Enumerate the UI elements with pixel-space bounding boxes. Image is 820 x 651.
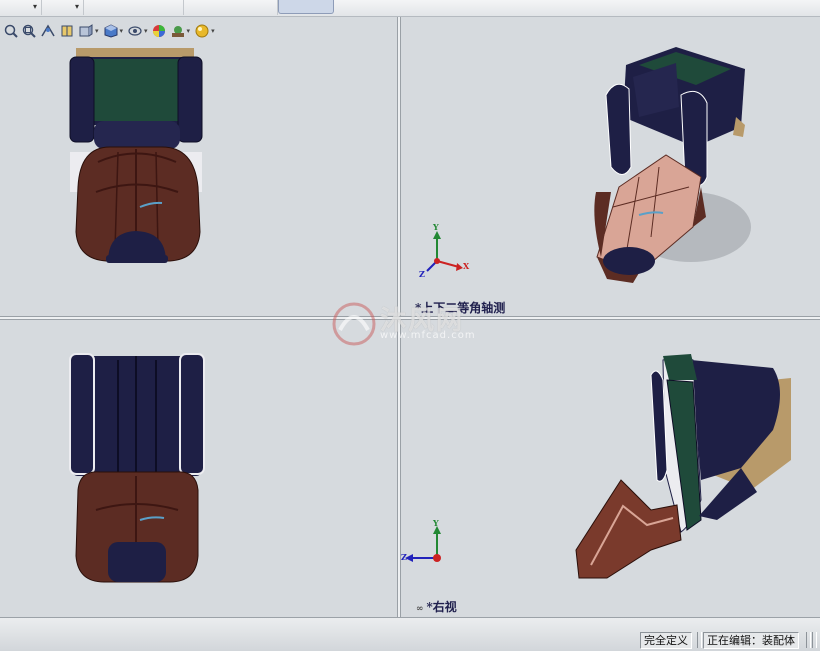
coordinate-triad xyxy=(405,526,441,562)
viewport-front[interactable] xyxy=(0,17,397,316)
previous-view-icon[interactable] xyxy=(39,22,57,40)
isometric-view-label: *上下二等角轴测 xyxy=(415,301,506,315)
status-grip[interactable] xyxy=(812,632,817,648)
toolbar-slot xyxy=(184,0,278,15)
viewport-top[interactable] xyxy=(0,320,397,617)
display-dropdown[interactable]: ▾ xyxy=(42,0,84,15)
status-separator xyxy=(697,632,702,648)
config-dropdown[interactable]: ▾ xyxy=(0,0,42,15)
horizontal-splitter[interactable] xyxy=(0,316,820,320)
status-definition: 完全定义 xyxy=(640,632,692,649)
toolbar-slot xyxy=(84,0,184,15)
coordinate-triad xyxy=(426,231,463,272)
view-settings-icon[interactable]: ▾ xyxy=(193,22,216,40)
axis-y-label: Y xyxy=(433,222,439,232)
status-separator xyxy=(806,632,811,648)
viewport-right[interactable]: Y Z xyxy=(401,320,820,617)
heads-up-view-toolbar: ▾ ▾ ▾ ▾ ▾ xyxy=(3,20,216,42)
chevron-down-icon: ▾ xyxy=(32,2,37,11)
view-orientation-icon[interactable]: ▾ xyxy=(77,22,100,40)
section-view-icon[interactable] xyxy=(59,22,75,40)
apply-scene-icon[interactable]: ▾ xyxy=(169,22,192,40)
right-view-label: ∞ *右视 xyxy=(416,600,457,614)
zoom-to-fit-icon[interactable] xyxy=(3,22,19,40)
chevron-down-icon: ▾ xyxy=(74,2,79,11)
seat-front-view xyxy=(69,48,203,263)
link-icon: ∞ xyxy=(416,604,424,614)
seat-right-view xyxy=(575,354,791,579)
edit-appearance-icon[interactable] xyxy=(151,22,167,40)
status-editing: 正在编辑：装配体 xyxy=(703,632,799,649)
status-bar: 完全定义 正在编辑：装配体 xyxy=(0,617,820,651)
viewport-isometric[interactable]: Y X Z xyxy=(401,17,820,316)
active-tab[interactable] xyxy=(278,0,334,14)
axis-z-label: Z xyxy=(401,552,407,562)
axis-x-label: X xyxy=(463,261,470,271)
zoom-to-area-icon[interactable] xyxy=(21,22,37,40)
axis-z-label: Z xyxy=(419,269,425,279)
hide-show-items-icon[interactable]: ▾ xyxy=(126,22,149,40)
seat-top-view xyxy=(69,353,205,583)
axis-y-label: Y xyxy=(433,518,439,528)
display-style-icon[interactable]: ▾ xyxy=(102,22,125,40)
seat-isometric-view xyxy=(426,47,751,283)
top-toolbar-strip: ▾ ▾ xyxy=(0,0,820,17)
